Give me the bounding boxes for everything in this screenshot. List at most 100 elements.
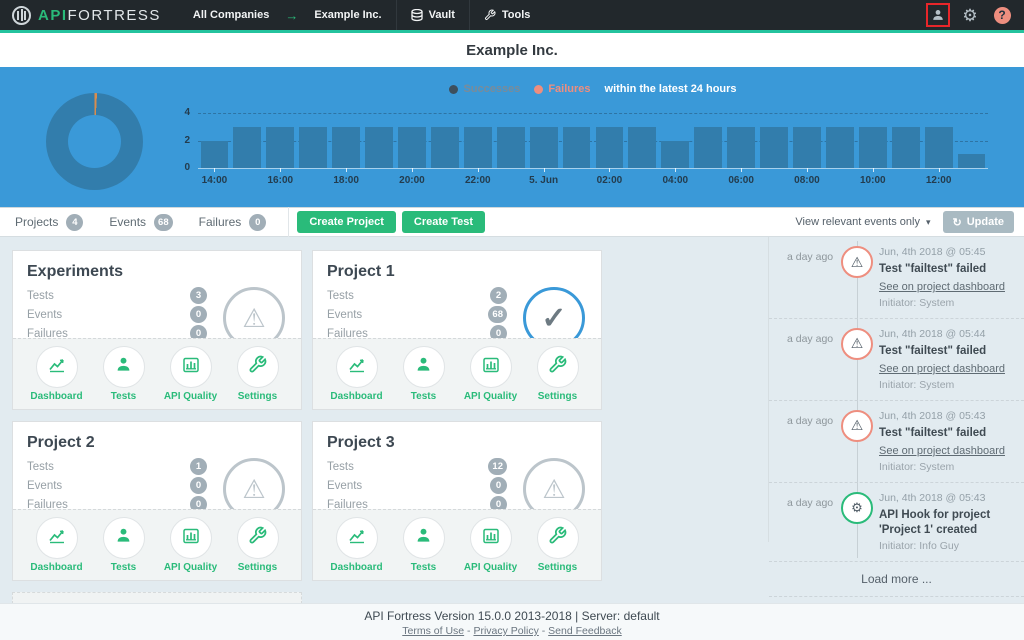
events-filter-dropdown[interactable]: View relevant events only ▾ [795,216,930,228]
page-title: Example Inc. [466,42,558,59]
tests-icon [114,526,133,550]
card-action-api-quality[interactable]: API Quality [462,346,520,402]
timeline-entry: a day ago⚠Jun, 4th 2018 @ 05:43Test "fai… [769,401,1024,483]
create-test-button[interactable]: Create Test [402,211,485,233]
card-action-dashboard[interactable]: Dashboard [328,346,386,402]
bar [859,127,887,168]
toolbar-stat-failures: Failures0 [199,214,267,231]
bar [464,127,492,168]
footer-link-send-feedback[interactable]: Send Feedback [548,625,622,637]
card-action-settings[interactable]: Settings [229,346,287,402]
event-initiator: Initiator: System [879,379,1018,391]
vault-icon [411,9,423,22]
bar [694,127,722,168]
card-action-tests[interactable]: Tests [95,346,153,402]
card-action-settings[interactable]: Settings [529,346,587,402]
nav-all-companies[interactable]: All Companies [179,0,283,30]
help-icon[interactable]: ? [990,3,1014,27]
action-label: API Quality [164,562,217,573]
card-stat-row: Events 0 [27,306,207,323]
bar [431,127,459,168]
action-label: Tests [411,562,436,573]
footer-link-terms-of-use[interactable]: Terms of Use [402,625,464,637]
footer: API Fortress Version 15.0.0 2013-2018 | … [0,603,1024,640]
bar [332,127,360,168]
stat-badge: 1 [190,458,207,475]
stat-label: Events [27,309,62,321]
card-stat-row: Tests2 [327,287,507,304]
update-button[interactable]: ↻ Update [943,211,1015,233]
x-axis-tick-label: 16:00 [250,175,310,186]
event-dashboard-link[interactable]: See on project dashboard [879,363,1005,375]
stat-badge: 68 [488,306,507,323]
stat-label: Events [327,309,362,321]
nav-tools[interactable]: Tools [470,0,545,30]
card-actions: DashboardTestsAPI QualitySettings [313,338,601,409]
warning-icon: ⚠ [841,410,873,442]
stat-label: Events [27,480,62,492]
timeline-entries: a day ago⚠Jun, 4th 2018 @ 05:45Test "fai… [769,237,1024,562]
card-title: Experiments [27,263,287,281]
timeline-entry: a day ago⚙Jun, 4th 2018 @ 05:43API Hook … [769,483,1024,562]
nav-vault[interactable]: Vault [397,0,469,30]
stat-badge: 0 [190,306,207,323]
card-action-dashboard[interactable]: Dashboard [28,346,86,402]
action-label: Tests [111,391,136,402]
toolbar-stats: Projects4Events68Failures0 [0,214,266,231]
apifortress-logo-icon [12,6,31,25]
card-action-dashboard[interactable]: Dashboard [28,517,86,573]
toolbar-right: View relevant events only ▾ ↻ Update [795,211,1024,233]
card-action-dashboard[interactable]: Dashboard [328,517,386,573]
card-action-api-quality[interactable]: API Quality [162,346,220,402]
x-axis-tick-label: 20:00 [382,175,442,186]
bar [661,141,689,169]
brand[interactable]: APIFORTRESS [0,6,179,25]
card-action-settings[interactable]: Settings [529,517,587,573]
warning-icon: ⚠ [841,246,873,278]
bar [727,127,755,168]
load-more-button[interactable]: Load more ... [769,562,1024,597]
card-actions: DashboardTests API Quality Settings [13,509,301,580]
x-axis-tick [807,168,808,172]
chart-legend-note: within the latest 24 hours [605,83,737,95]
bar [233,127,261,168]
relative-time: a day ago [787,333,833,345]
stat-label: Tests [327,461,354,473]
footer-version-text: API Fortress Version 15.0.0 2013-2018 | … [0,609,1024,623]
x-axis-tick [346,168,347,172]
project-card: Project 3Tests12Events0Failures0⚠Dashboa… [312,421,602,581]
footer-links: Terms of Use - Privacy Policy - Send Fee… [0,625,1024,637]
x-axis-tick [609,168,610,172]
footer-link-privacy-policy[interactable]: Privacy Policy [473,625,538,637]
card-action-tests[interactable]: Tests [395,346,453,402]
x-axis-tick-label: 5. Jun [514,175,574,186]
legend-item: Successes [449,83,520,95]
event-timestamp: Jun, 4th 2018 @ 05:44 [879,328,1018,340]
y-axis-tick-label: 0 [168,162,190,173]
event-dashboard-link[interactable]: See on project dashboard [879,445,1005,457]
event-dashboard-link[interactable]: See on project dashboard [879,281,1005,293]
settings-icon [248,355,267,379]
settings-icon [548,355,567,379]
tests-icon [114,355,133,379]
card-action-api-quality[interactable]: API Quality [462,517,520,573]
chevron-down-icon: ▾ [926,217,931,228]
stat-badge: 0 [190,477,207,494]
create-project-button[interactable]: Create Project [297,211,396,233]
gear-icon[interactable]: ⚙ [958,3,982,27]
card-action-tests[interactable]: Tests [95,517,153,573]
user-icon[interactable] [926,3,950,27]
card-action-api-quality[interactable]: API Quality [162,517,220,573]
stat-badge: 0 [490,477,507,494]
card-title: Project 1 [327,263,587,281]
event-initiator: Initiator: Info Guy [879,540,1018,552]
card-action-settings[interactable]: Settings [229,517,287,573]
card-action-tests[interactable]: Tests [395,517,453,573]
x-axis-tick-label: 10:00 [843,175,903,186]
relative-time: a day ago [787,415,833,427]
toolbar: Projects4Events68Failures0 Create Projec… [0,207,1024,237]
nav-company[interactable]: Example Inc. [300,0,395,30]
bar [398,127,426,168]
relative-time: a day ago [787,251,833,263]
stat-label: Events [327,480,362,492]
